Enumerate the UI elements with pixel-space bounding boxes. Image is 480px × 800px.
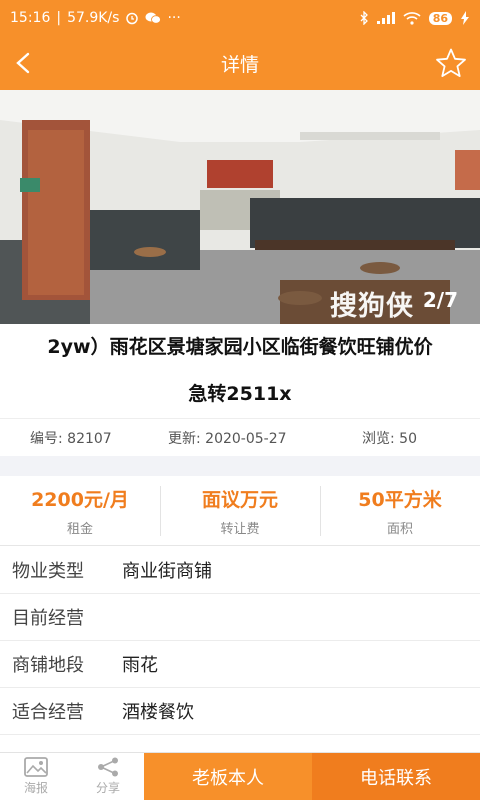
property-value: 商业街商铺	[122, 561, 212, 582]
listing-id: 编号: 82107	[30, 430, 112, 447]
alarm-icon	[126, 12, 139, 25]
property-row-type: 物业类型 商业街商铺	[0, 547, 480, 594]
listing-title-line2: 急转2511x	[188, 383, 292, 405]
share-icon	[98, 757, 118, 777]
listing-meta: 编号: 82107 更新: 2020-05-27 浏览: 50	[0, 418, 480, 456]
title-bar: 详情	[0, 36, 480, 90]
call-button[interactable]: 电话联系	[312, 753, 480, 800]
property-list: 物业类型 商业街商铺 目前经营 商铺地段 雨花 适合经营 酒楼餐饮	[0, 547, 480, 735]
property-key: 适合经营	[12, 702, 84, 723]
status-time: 15:16	[10, 10, 51, 26]
stat-area-label: 面积	[386, 521, 413, 537]
listing-title: 2yw）雨花区景塘家园小区临街餐饮旺铺优价 急转2511x	[0, 324, 480, 418]
battery-level: 86	[428, 11, 452, 25]
photo-gallery[interactable]: 搜狗侠 2/7	[0, 90, 480, 324]
property-key: 物业类型	[12, 561, 84, 582]
share-label: 分享	[95, 781, 120, 795]
photo-watermark: 搜狗侠	[330, 291, 414, 322]
back-button[interactable]	[8, 48, 38, 78]
star-outline-icon	[436, 48, 466, 77]
property-key: 目前经营	[12, 608, 84, 629]
property-row-district: 商铺地段 雨花	[0, 641, 480, 688]
listing-title-line1: 2yw）雨花区景塘家园小区临街餐饮旺铺优价	[47, 336, 433, 358]
signal-icon	[376, 12, 395, 24]
stat-transfer-fee: 面议万元 转让费	[160, 476, 320, 545]
property-value: 酒楼餐饮	[122, 702, 194, 723]
stat-transfer-fee-label: 转让费	[220, 521, 260, 537]
wechat-icon	[145, 12, 162, 24]
poster-button[interactable]: 海报	[0, 753, 72, 800]
favorite-button[interactable]	[434, 46, 468, 80]
page-title: 详情	[220, 53, 259, 76]
poster-label: 海报	[23, 781, 48, 795]
listing-updated: 更新: 2020-05-27	[168, 430, 287, 447]
wifi-icon	[403, 11, 421, 25]
photo-counter: 2/7	[422, 288, 458, 312]
property-row-suitable-business: 适合经营 酒楼餐饮	[0, 688, 480, 735]
share-button[interactable]: 分享	[72, 753, 144, 800]
status-bar: 15:16 | 57.9K/s ··· 86	[0, 0, 480, 36]
stat-area: 50平方米 面积	[320, 476, 480, 545]
stat-transfer-fee-value: 面议万元	[201, 488, 278, 511]
bluetooth-icon	[360, 11, 368, 25]
stat-rent-value: 2200元/月	[31, 488, 129, 511]
image-icon	[24, 757, 48, 777]
bottom-action-bar: 海报 分享 老板本人 电话联系	[0, 752, 480, 800]
property-key: 商铺地段	[12, 655, 84, 676]
status-more: ···	[167, 10, 181, 26]
property-value: 雨花	[122, 655, 158, 676]
key-stats: 2200元/月 租金 面议万元 转让费 50平方米 面积	[0, 476, 480, 546]
stat-area-value: 50平方米	[358, 488, 442, 511]
stat-rent: 2200元/月 租金	[0, 476, 160, 545]
stat-rent-label: 租金	[66, 521, 93, 537]
property-row-current-business: 目前经营	[0, 594, 480, 641]
chevron-left-icon	[16, 52, 30, 74]
section-divider	[0, 456, 480, 476]
status-network-speed: 57.9K/s	[67, 10, 120, 26]
owner-button[interactable]: 老板本人	[144, 753, 312, 800]
charging-icon	[461, 11, 469, 25]
listing-views: 浏览: 50	[362, 430, 417, 447]
